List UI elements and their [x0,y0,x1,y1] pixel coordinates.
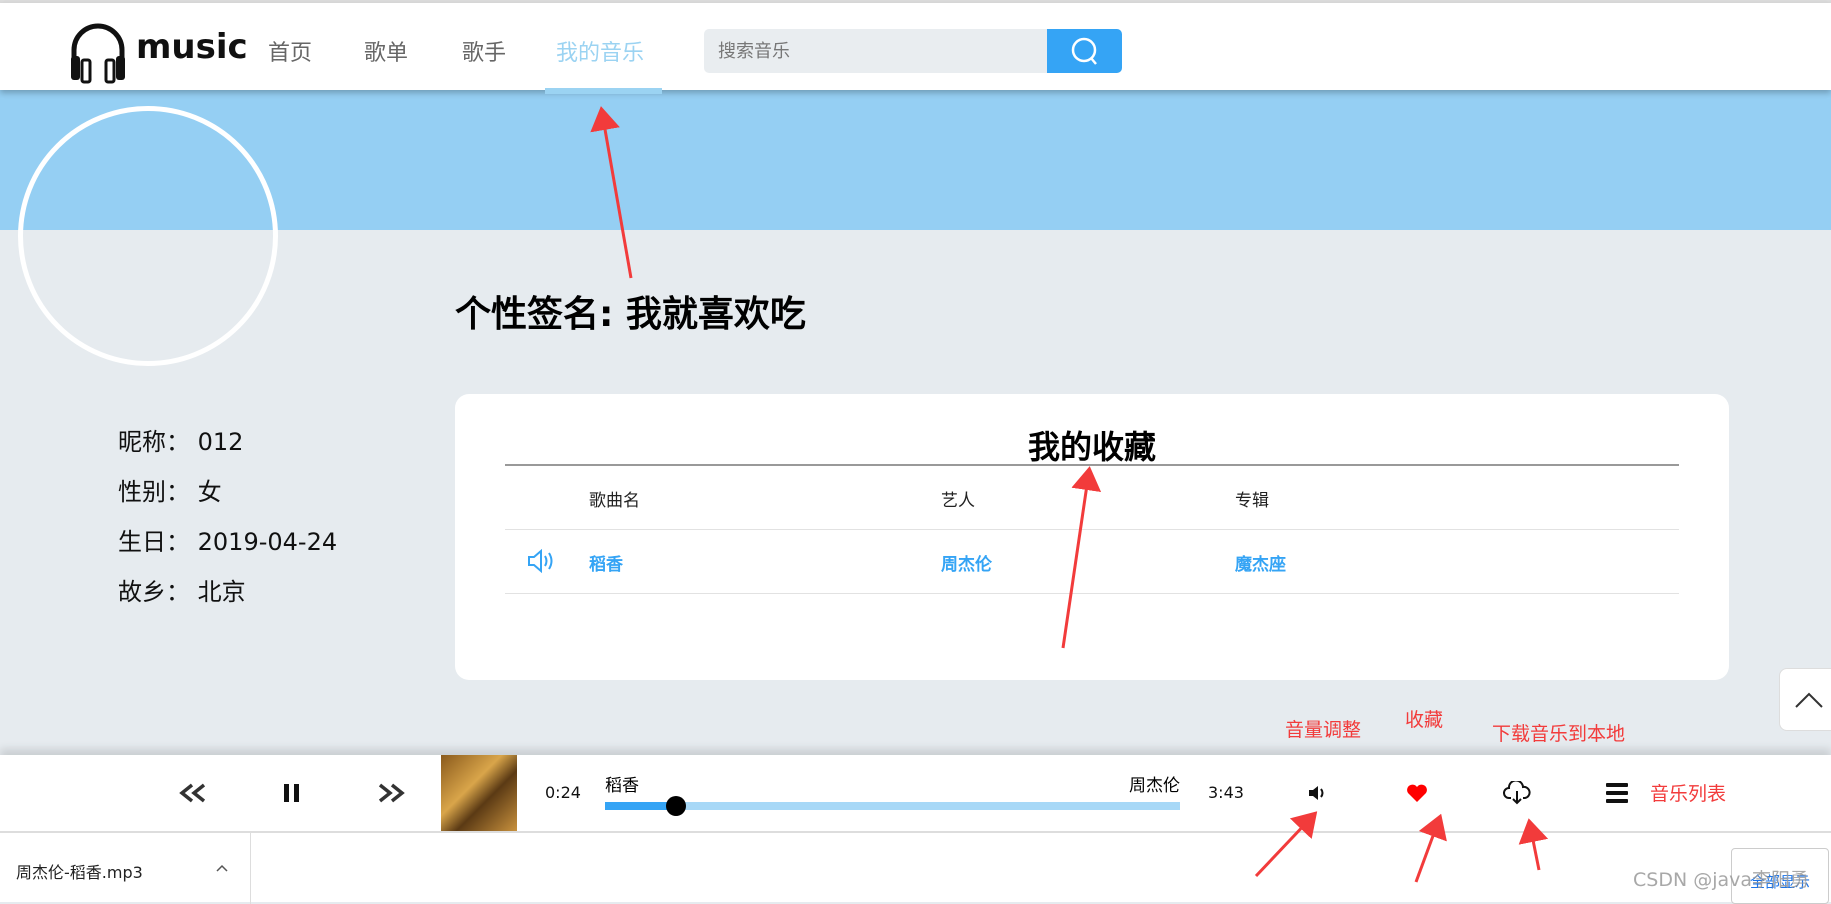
music-player: 0:24 稻香 周杰伦 3:43 音乐列表 [0,755,1831,831]
divider [250,833,251,904]
download-file-name[interactable]: 周杰伦-稻香.mp3 [16,859,143,883]
logo-text[interactable]: music [136,27,248,67]
info-label: 故乡： [118,578,190,606]
nav-home[interactable]: 首页 [268,35,312,67]
list-icon [1606,783,1628,803]
progress-bar[interactable] [605,796,1180,816]
current-time: 0:24 [545,783,581,802]
download-shelf: 周杰伦-稻香.mp3 全部显示 CSDN @java李阳勇 [0,831,1831,904]
info-birthday: 生日： 2019-04-24 [118,522,337,557]
search-input[interactable] [704,29,1047,73]
nav-singers[interactable]: 歌手 [462,35,506,67]
avatar[interactable] [18,106,278,366]
speaker-icon[interactable] [527,549,555,573]
previous-button[interactable] [175,755,211,831]
volume-button[interactable] [1302,755,1332,831]
info-label: 昵称： [118,428,190,456]
info-value: 2019-04-24 [197,528,338,556]
info-label: 性别： [118,478,190,506]
cloud-download-icon [1503,781,1531,805]
annotation-favorite: 收藏 [1405,709,1444,731]
annotation-volume: 音量调整 [1285,719,1362,741]
pause-icon [284,784,299,802]
duration: 3:43 [1208,783,1244,802]
album-name[interactable]: 魔杰座 [1235,550,1286,575]
song-name[interactable]: 稻香 [589,550,623,575]
playlist-button[interactable] [1600,755,1634,831]
info-label: 生日： [118,528,190,556]
pause-button[interactable] [276,755,308,831]
favorites-card: 我的收藏 歌曲名 艺人 专辑 稻香 周杰伦 魔杰座 [455,394,1729,680]
watermark: CSDN @java李阳勇 [1633,869,1810,891]
annotation-download: 下载音乐到本地 [1492,723,1626,745]
back-to-top-button[interactable] [1779,668,1831,731]
table-row[interactable]: 稻香 周杰伦 魔杰座 [525,394,1679,593]
rewind-icon [179,783,206,803]
download-button[interactable] [1500,755,1534,831]
header: music 首页 歌单 歌手 我的音乐 [0,3,1831,90]
info-nickname: 昵称： 012 [118,422,243,457]
info-gender: 性别： 女 [118,472,222,507]
info-value: 012 [197,428,244,456]
volume-icon [1309,786,1324,800]
player-artist: 周杰伦 [1129,776,1180,796]
nav-my-music[interactable]: 我的音乐 [556,35,644,67]
heart-icon [1407,784,1427,802]
info-value: 北京 [197,578,246,606]
player-song-title: 稻香 [605,776,639,796]
artist-name[interactable]: 周杰伦 [941,550,992,575]
progress-knob[interactable] [666,796,687,816]
next-button[interactable] [373,755,409,831]
info-hometown: 故乡： 北京 [118,572,246,607]
nav-playlists[interactable]: 歌单 [364,35,408,67]
favorite-button[interactable] [1400,755,1434,831]
headphones-logo-icon[interactable] [68,20,128,84]
row-divider [505,593,1679,594]
album-cover [441,755,517,831]
active-nav-indicator [545,88,662,94]
fast-forward-icon [378,783,405,803]
annotation-playlist: 音乐列表 [1650,783,1727,805]
chevron-up-icon[interactable] [215,863,229,873]
signature: 个性签名: 我就喜欢吃 [455,294,806,335]
chevron-up-icon [1795,692,1823,708]
info-value: 女 [197,478,222,506]
search-icon [1071,37,1097,65]
search-button[interactable] [1047,29,1122,73]
